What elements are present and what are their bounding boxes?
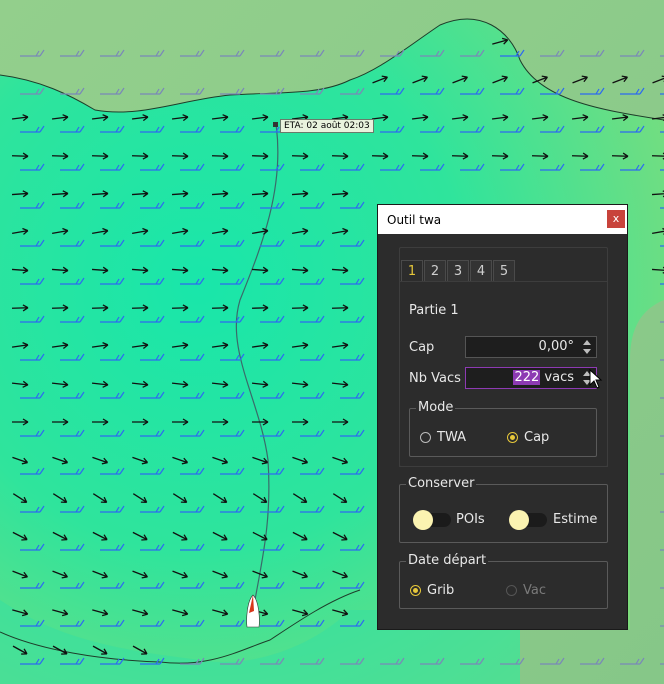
mode-twa-label[interactable]: TWA [437,430,466,445]
mouse-cursor-icon [589,369,603,389]
nb-vacs-label: Nb Vacs [409,371,461,386]
toggle-knob [413,510,433,530]
tab-bar: 1 2 3 4 5 [401,260,516,282]
tab-1[interactable]: 1 [401,260,423,281]
tab-3[interactable]: 3 [447,260,469,281]
dialog-title: Outil twa [387,213,442,227]
grib-label[interactable]: Grib [427,583,454,598]
chevron-down-icon[interactable] [583,349,591,354]
date-depart-title: Date départ [406,553,489,569]
nb-vacs-value: 222 vacs [513,368,574,388]
cap-stepper[interactable] [580,337,596,357]
chevron-up-icon[interactable] [583,340,591,345]
tab-4[interactable]: 4 [470,260,492,281]
toggle-knob [509,510,529,530]
estime-toggle[interactable] [509,510,547,530]
close-button[interactable]: x [607,210,625,228]
vac-label: Vac [523,583,546,598]
pois-label: POIs [456,512,485,527]
conserver-title: Conserver [406,476,477,492]
mode-twa-radio[interactable] [420,432,431,443]
nb-vacs-spinbox[interactable]: 222 vacs [465,367,597,389]
vac-radio [506,585,517,596]
eta-label: ETA: 02 août 02:03 [280,119,374,133]
cap-value: 0,00° [538,339,574,354]
twa-tool-dialog: Outil twa x 1 2 3 4 5 Partie 1 Cap 0,00°… [377,204,628,630]
mode-cap-label[interactable]: Cap [524,430,549,445]
nb-vacs-selected: 222 [513,370,541,385]
dialog-titlebar[interactable]: Outil twa x [378,205,627,234]
eta-marker [273,122,278,127]
tab-2[interactable]: 2 [424,260,446,281]
estime-label: Estime [553,512,598,527]
mode-title: Mode [416,400,456,416]
nb-vacs-suffix: vacs [540,370,574,385]
pois-toggle[interactable] [413,510,451,530]
mode-cap-radio[interactable] [507,432,518,443]
part-title: Partie 1 [409,303,459,318]
cap-spinbox[interactable]: 0,00° [465,336,597,358]
tab-5[interactable]: 5 [493,260,515,281]
cap-label: Cap [409,340,435,355]
grib-radio[interactable] [410,585,421,596]
